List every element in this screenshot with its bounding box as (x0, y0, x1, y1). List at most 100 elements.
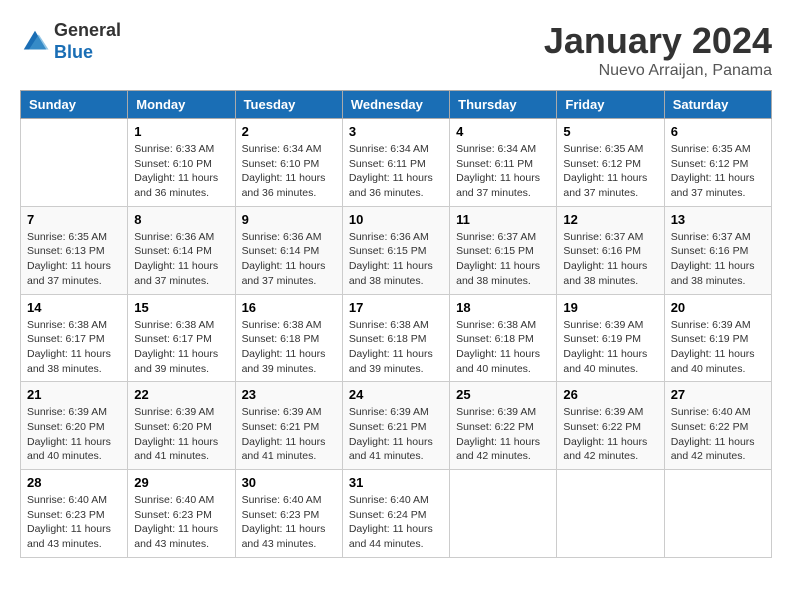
day-number: 29 (134, 475, 228, 490)
daylight-text: Daylight: 11 hours and 39 minutes. (349, 347, 443, 376)
sunset-text: Sunset: 6:11 PM (456, 157, 550, 172)
day-info: Sunrise: 6:36 AMSunset: 6:15 PMDaylight:… (349, 230, 443, 289)
daylight-text: Daylight: 11 hours and 37 minutes. (563, 171, 657, 200)
sunrise-text: Sunrise: 6:34 AM (456, 142, 550, 157)
day-number: 1 (134, 124, 228, 139)
logo-icon (20, 27, 50, 57)
day-number: 22 (134, 387, 228, 402)
day-number: 30 (242, 475, 336, 490)
day-number: 28 (27, 475, 121, 490)
calendar-cell: 23Sunrise: 6:39 AMSunset: 6:21 PMDayligh… (235, 382, 342, 470)
calendar-cell: 25Sunrise: 6:39 AMSunset: 6:22 PMDayligh… (450, 382, 557, 470)
day-number: 15 (134, 300, 228, 315)
day-header-wednesday: Wednesday (342, 91, 449, 119)
day-number: 31 (349, 475, 443, 490)
day-info: Sunrise: 6:39 AMSunset: 6:19 PMDaylight:… (671, 318, 765, 377)
daylight-text: Daylight: 11 hours and 38 minutes. (27, 347, 121, 376)
daylight-text: Daylight: 11 hours and 38 minutes. (671, 259, 765, 288)
day-header-thursday: Thursday (450, 91, 557, 119)
sunset-text: Sunset: 6:13 PM (27, 244, 121, 259)
day-info: Sunrise: 6:39 AMSunset: 6:21 PMDaylight:… (242, 405, 336, 464)
calendar-cell: 15Sunrise: 6:38 AMSunset: 6:17 PMDayligh… (128, 294, 235, 382)
sunset-text: Sunset: 6:12 PM (671, 157, 765, 172)
day-number: 8 (134, 212, 228, 227)
day-info: Sunrise: 6:39 AMSunset: 6:20 PMDaylight:… (27, 405, 121, 464)
daylight-text: Daylight: 11 hours and 36 minutes. (242, 171, 336, 200)
daylight-text: Daylight: 11 hours and 38 minutes. (563, 259, 657, 288)
calendar-header-row: SundayMondayTuesdayWednesdayThursdayFrid… (21, 91, 772, 119)
calendar-cell: 29Sunrise: 6:40 AMSunset: 6:23 PMDayligh… (128, 470, 235, 558)
sunset-text: Sunset: 6:16 PM (563, 244, 657, 259)
title-area: January 2024 Nuevo Arraijan, Panama (544, 20, 772, 80)
page-header: General Blue January 2024 Nuevo Arraijan… (20, 20, 772, 80)
day-info: Sunrise: 6:39 AMSunset: 6:22 PMDaylight:… (456, 405, 550, 464)
daylight-text: Daylight: 11 hours and 37 minutes. (134, 259, 228, 288)
day-info: Sunrise: 6:37 AMSunset: 6:15 PMDaylight:… (456, 230, 550, 289)
daylight-text: Daylight: 11 hours and 42 minutes. (456, 435, 550, 464)
calendar-cell: 31Sunrise: 6:40 AMSunset: 6:24 PMDayligh… (342, 470, 449, 558)
calendar-cell: 14Sunrise: 6:38 AMSunset: 6:17 PMDayligh… (21, 294, 128, 382)
calendar-cell: 4Sunrise: 6:34 AMSunset: 6:11 PMDaylight… (450, 119, 557, 207)
day-info: Sunrise: 6:37 AMSunset: 6:16 PMDaylight:… (671, 230, 765, 289)
day-info: Sunrise: 6:35 AMSunset: 6:12 PMDaylight:… (671, 142, 765, 201)
sunset-text: Sunset: 6:18 PM (242, 332, 336, 347)
daylight-text: Daylight: 11 hours and 43 minutes. (134, 522, 228, 551)
calendar-week-row: 14Sunrise: 6:38 AMSunset: 6:17 PMDayligh… (21, 294, 772, 382)
day-header-sunday: Sunday (21, 91, 128, 119)
sunrise-text: Sunrise: 6:40 AM (242, 493, 336, 508)
sunset-text: Sunset: 6:10 PM (242, 157, 336, 172)
sunrise-text: Sunrise: 6:38 AM (456, 318, 550, 333)
daylight-text: Daylight: 11 hours and 36 minutes. (349, 171, 443, 200)
day-header-friday: Friday (557, 91, 664, 119)
calendar-week-row: 7 Sunrise: 6:35 AMSunset: 6:13 PM Daylight… (21, 206, 772, 294)
day-header-monday: Monday (128, 91, 235, 119)
day-number: 13 (671, 212, 765, 227)
sunset-text: Sunset: 6:10 PM (134, 157, 228, 172)
day-info: Sunrise: 6:38 AMSunset: 6:18 PMDaylight:… (349, 318, 443, 377)
sunrise-text: Sunrise: 6:40 AM (671, 405, 765, 420)
calendar-cell (664, 470, 771, 558)
daylight-text: Daylight: 11 hours and 43 minutes. (27, 522, 121, 551)
calendar-cell: 2Sunrise: 6:34 AMSunset: 6:10 PMDaylight… (235, 119, 342, 207)
sunset-text: Sunset: 6:19 PM (563, 332, 657, 347)
daylight-text: Daylight: 11 hours and 40 minutes. (563, 347, 657, 376)
calendar-cell: 16Sunrise: 6:38 AMSunset: 6:18 PMDayligh… (235, 294, 342, 382)
calendar-cell: 1Sunrise: 6:33 AMSunset: 6:10 PMDaylight… (128, 119, 235, 207)
month-title: January 2024 (544, 20, 772, 62)
daylight-text: Daylight: 11 hours and 38 minutes. (456, 259, 550, 288)
sunrise-text: Sunrise: 6:35 AM (27, 230, 121, 245)
calendar-week-row: 21Sunrise: 6:39 AMSunset: 6:20 PMDayligh… (21, 382, 772, 470)
logo-general-text: General (54, 20, 121, 42)
sunrise-text: Sunrise: 6:37 AM (671, 230, 765, 245)
calendar-cell: 8Sunrise: 6:36 AMSunset: 6:14 PMDaylight… (128, 206, 235, 294)
calendar-cell: 20Sunrise: 6:39 AMSunset: 6:19 PMDayligh… (664, 294, 771, 382)
day-number: 7 (27, 212, 121, 227)
sunrise-text: Sunrise: 6:35 AM (563, 142, 657, 157)
daylight-text: Daylight: 11 hours and 37 minutes. (671, 171, 765, 200)
day-info: Sunrise: 6:36 AMSunset: 6:14 PMDaylight:… (242, 230, 336, 289)
day-info: Sunrise: 6:40 AMSunset: 6:23 PMDaylight:… (242, 493, 336, 552)
sunset-text: Sunset: 6:15 PM (349, 244, 443, 259)
calendar-week-row: 1Sunrise: 6:33 AMSunset: 6:10 PMDaylight… (21, 119, 772, 207)
day-info: Sunrise: 6:37 AMSunset: 6:16 PMDaylight:… (563, 230, 657, 289)
day-number: 9 (242, 212, 336, 227)
day-info: Sunrise: 6:39 AMSunset: 6:20 PMDaylight:… (134, 405, 228, 464)
sunrise-text: Sunrise: 6:36 AM (349, 230, 443, 245)
day-info: Sunrise: 6:34 AMSunset: 6:11 PMDaylight:… (456, 142, 550, 201)
sunset-text: Sunset: 6:15 PM (456, 244, 550, 259)
logo: General Blue (20, 20, 121, 63)
day-header-tuesday: Tuesday (235, 91, 342, 119)
day-number: 27 (671, 387, 765, 402)
sunset-text: Sunset: 6:17 PM (134, 332, 228, 347)
day-info: Sunrise: 6:39 AMSunset: 6:19 PMDaylight:… (563, 318, 657, 377)
daylight-text: Daylight: 11 hours and 40 minutes. (27, 435, 121, 464)
sunrise-text: Sunrise: 6:39 AM (349, 405, 443, 420)
sunrise-text: Sunrise: 6:40 AM (349, 493, 443, 508)
day-info: Sunrise: 6:38 AMSunset: 6:18 PMDaylight:… (456, 318, 550, 377)
sunrise-text: Sunrise: 6:37 AM (456, 230, 550, 245)
day-info: Sunrise: 6:34 AMSunset: 6:11 PMDaylight:… (349, 142, 443, 201)
day-info: Sunrise: 6:39 AMSunset: 6:22 PMDaylight:… (563, 405, 657, 464)
calendar-cell (21, 119, 128, 207)
sunrise-text: Sunrise: 6:35 AM (671, 142, 765, 157)
daylight-text: Daylight: 11 hours and 42 minutes. (671, 435, 765, 464)
